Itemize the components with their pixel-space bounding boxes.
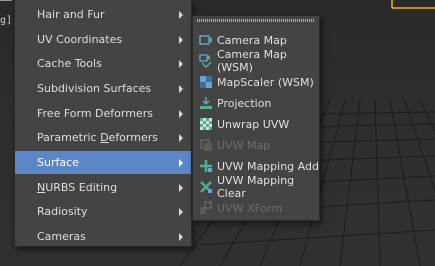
menu-item-label: Free Form Deformers <box>37 107 153 120</box>
menu-item-label: Parametric Deformers <box>37 131 158 144</box>
menu-item-subdivision-surfaces[interactable]: Subdivision Surfaces <box>15 77 191 100</box>
projection-icon <box>200 97 212 109</box>
menu-item-cameras[interactable]: Cameras <box>15 225 191 248</box>
menu-item-label: UV Coordinates <box>37 33 123 46</box>
submenu-arrow-icon <box>179 10 183 19</box>
submenu-arrow-icon <box>179 207 183 216</box>
menu-item-nurbs-editing[interactable]: NURBS Editing <box>15 176 191 199</box>
menu-item-surface[interactable]: Surface <box>15 151 191 174</box>
surface-submenu: Camera Map Camera Map (WSM) MapScaler (W… <box>192 15 320 221</box>
tearoff-bar[interactable] <box>197 19 315 22</box>
submenu-item-label: Camera Map <box>217 33 287 47</box>
modifiers-menu: Hair and Fur UV Coordinates Cache Tools … <box>14 0 192 247</box>
submenu-item-camera-map[interactable]: Camera Map <box>193 30 319 50</box>
submenu-item-camera-map-wsm[interactable]: Camera Map (WSM) <box>193 48 319 74</box>
submenu-item-uvw-mapping-clear[interactable]: UVW Mapping Clear <box>193 174 319 200</box>
menu-item-radiosity[interactable]: Radiosity <box>15 200 191 223</box>
menu-item-label: Cache Tools <box>37 57 102 70</box>
menu-item-cache-tools[interactable]: Cache Tools <box>15 52 191 75</box>
menu-item-label: Subdivision Surfaces <box>37 82 152 95</box>
submenu-arrow-icon <box>179 84 183 93</box>
viewport-corner-mark <box>0 0 12 6</box>
submenu-item-uvw-map: UVW Map <box>193 135 319 155</box>
camera-map-icon <box>199 35 212 45</box>
menu-item-label: Radiosity <box>37 205 88 218</box>
menu-item-label: Hair and Fur <box>37 8 105 21</box>
submenu-item-label: MapScaler (WSM) <box>217 75 314 89</box>
menu-item-label: Cameras <box>37 230 86 243</box>
mapscaler-icon <box>200 76 212 88</box>
submenu-item-label: Unwrap UVW <box>217 117 290 131</box>
submenu-item-label: UVW XForm <box>217 201 283 215</box>
uvw-xform-icon <box>200 201 212 214</box>
uvw-mapping-add-icon <box>200 160 212 172</box>
unwrap-uvw-icon <box>200 118 212 130</box>
submenu-arrow-icon <box>179 133 183 142</box>
viewport-label: g] <box>0 15 13 26</box>
submenu-item-label: UVW Map <box>217 138 271 152</box>
submenu-item-mapscaler-wsm[interactable]: MapScaler (WSM) <box>193 72 319 92</box>
submenu-item-label: UVW Mapping Add <box>217 159 319 173</box>
submenu-item-label: UVW Mapping Clear <box>217 174 295 200</box>
menu-item-uv-coordinates[interactable]: UV Coordinates <box>15 28 191 51</box>
menu-item-parametric-deformers[interactable]: Parametric Deformers <box>15 126 191 149</box>
uvw-map-icon <box>200 139 212 151</box>
submenu-arrow-icon <box>179 183 183 192</box>
submenu-item-uvw-mapping-add[interactable]: UVW Mapping Add <box>193 156 319 176</box>
submenu-item-label: Projection <box>217 96 272 110</box>
menu-item-label: Surface <box>37 156 79 169</box>
submenu-arrow-icon <box>179 59 183 68</box>
uvw-mapping-clear-icon <box>200 181 212 193</box>
menu-item-hair-and-fur[interactable]: Hair and Fur <box>15 3 191 26</box>
camera-map-wsm-icon <box>199 54 212 68</box>
submenu-item-projection[interactable]: Projection <box>193 93 319 113</box>
submenu-item-unwrap-uvw[interactable]: Unwrap UVW <box>193 114 319 134</box>
submenu-item-label: Camera Map (WSM) <box>217 48 287 74</box>
submenu-arrow-icon <box>179 158 183 167</box>
menu-item-free-form-deformers[interactable]: Free Form Deformers <box>15 102 191 125</box>
submenu-arrow-icon <box>179 35 183 44</box>
menu-item-label: NURBS Editing <box>37 181 118 194</box>
submenu-arrow-icon <box>179 232 183 241</box>
submenu-item-uvw-xform: UVW XForm <box>193 198 319 218</box>
submenu-arrow-icon <box>179 109 183 118</box>
